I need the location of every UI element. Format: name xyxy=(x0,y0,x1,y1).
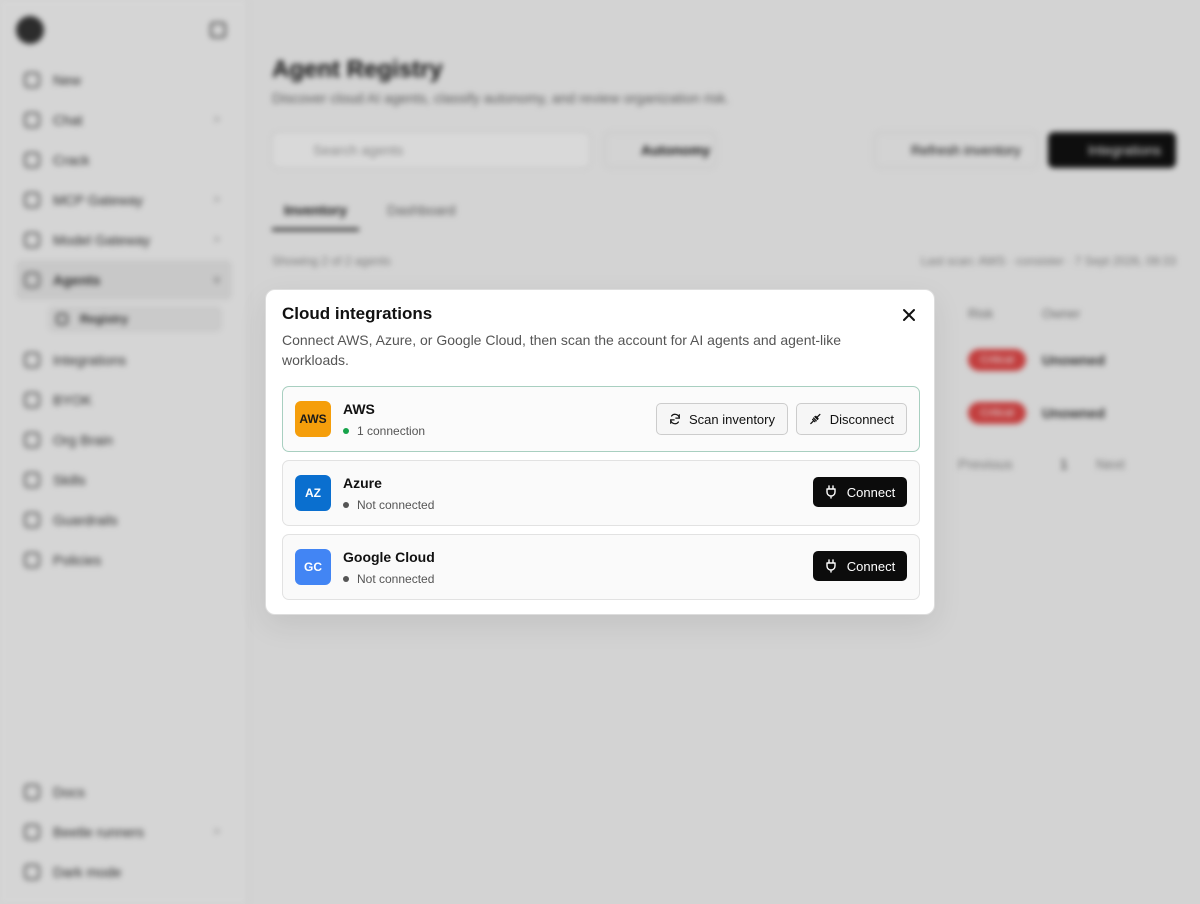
unplug-icon xyxy=(810,413,821,425)
cloud-integrations-dialog: Cloud integrations Connect AWS, Azure, o… xyxy=(265,289,935,615)
provider-card-google-cloud: GC Google Cloud Not connected Connect xyxy=(282,534,920,600)
dialog-title: Cloud integrations xyxy=(282,304,433,323)
dialog-description: Connect AWS, Azure, or Google Cloud, the… xyxy=(282,332,842,368)
provider-status: Not connected xyxy=(343,572,434,586)
status-text: 1 connection xyxy=(357,424,426,438)
plug-icon xyxy=(826,559,836,573)
button-label: Scan inventory xyxy=(689,411,775,427)
close-icon[interactable] xyxy=(900,306,918,324)
status-dot-icon xyxy=(343,502,349,508)
provider-card-aws: AWS AWS 1 connection Scan inventory Disc… xyxy=(282,386,920,452)
disconnect-button[interactable]: Disconnect xyxy=(796,403,907,435)
provider-card-azure: AZ Azure Not connected Connect xyxy=(282,460,920,526)
azure-badge: AZ xyxy=(295,475,331,511)
google-cloud-badge: GC xyxy=(295,549,331,585)
button-label: Connect xyxy=(846,558,896,574)
button-label: Disconnect xyxy=(829,411,894,427)
provider-name: AWS xyxy=(343,401,375,417)
provider-status: Not connected xyxy=(343,498,434,512)
status-text: Not connected xyxy=(357,498,435,512)
provider-status: 1 connection xyxy=(343,424,425,438)
connect-google-cloud-button[interactable]: Connect xyxy=(813,551,907,581)
status-dot-icon xyxy=(343,428,349,434)
connect-azure-button[interactable]: Connect xyxy=(813,477,907,507)
button-label: Connect xyxy=(846,484,896,500)
aws-badge: AWS xyxy=(295,401,331,437)
scan-inventory-button[interactable]: Scan inventory xyxy=(656,403,788,435)
provider-name: Azure xyxy=(343,475,382,491)
provider-name: Google Cloud xyxy=(343,549,435,565)
refresh-icon xyxy=(670,413,680,425)
status-text: Not connected xyxy=(357,572,435,586)
status-dot-icon xyxy=(343,576,349,582)
plug-icon xyxy=(826,485,836,499)
